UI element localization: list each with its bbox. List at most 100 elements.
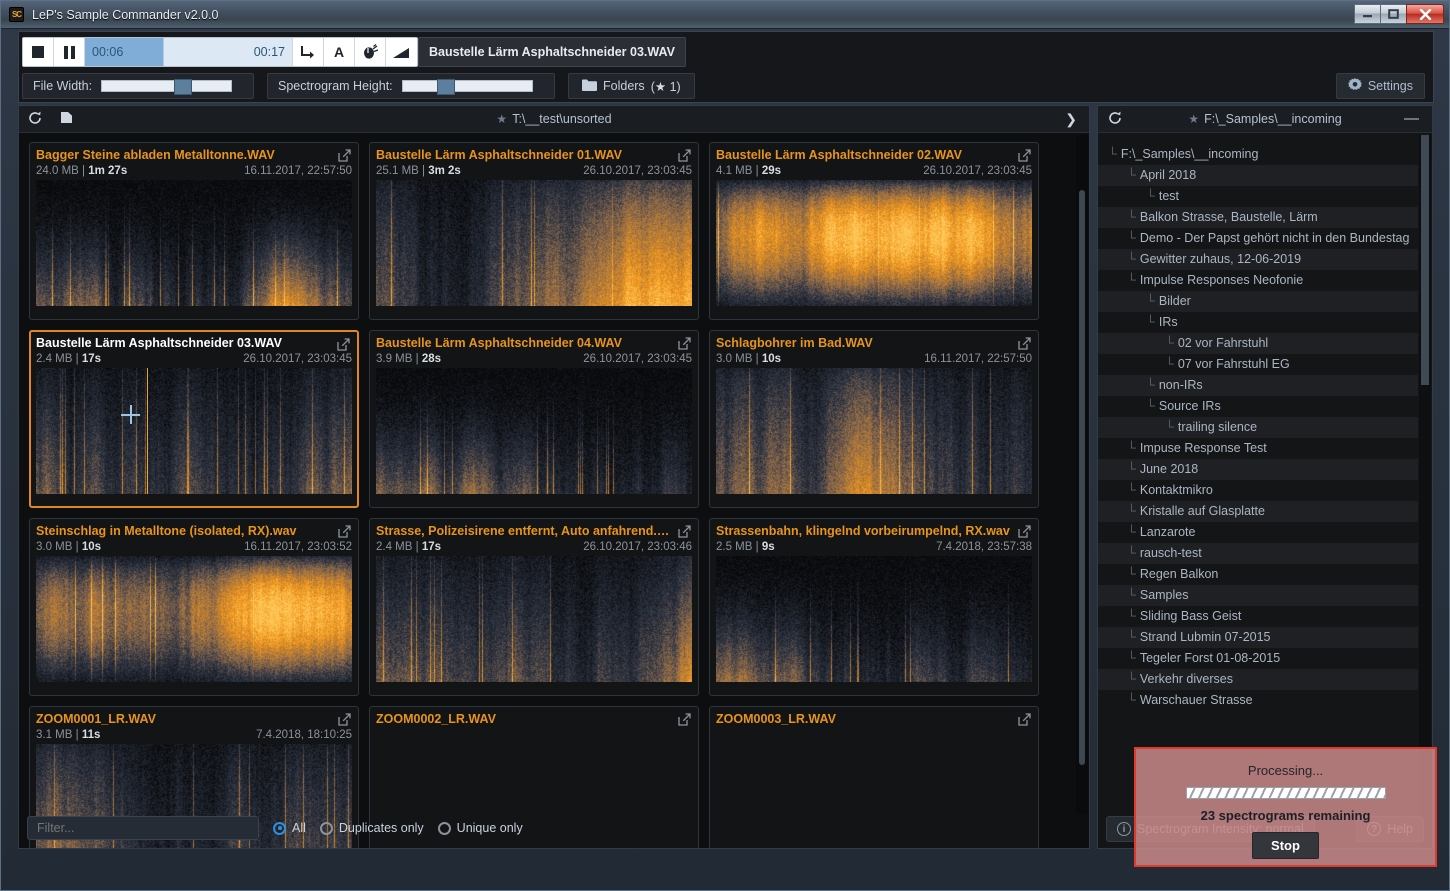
spectrogram[interactable] — [376, 556, 692, 682]
open-external-icon[interactable] — [678, 337, 691, 353]
radio-unique-only[interactable]: Unique only — [438, 821, 523, 835]
folder-tree-label: Verkehr diverses — [1140, 672, 1233, 686]
spectrogram[interactable] — [716, 556, 1032, 682]
folder-tree-item[interactable]: └Bilder — [1098, 291, 1418, 312]
folder-tree-item[interactable]: └non-IRs — [1098, 375, 1418, 396]
folder-tree-item[interactable]: └rausch-test — [1098, 543, 1418, 564]
radio-duplicates-only[interactable]: Duplicates only — [320, 821, 424, 835]
autoplay-icon[interactable]: A — [324, 38, 355, 66]
mouse-play-icon[interactable] — [355, 38, 386, 66]
spectrogram[interactable] — [376, 368, 692, 494]
filter-input[interactable] — [27, 816, 259, 840]
chevron-right-icon[interactable]: ❯ — [1065, 111, 1077, 128]
file-width-slider[interactable] — [101, 80, 232, 92]
folder-tree-item[interactable]: └trailing silence — [1098, 417, 1418, 438]
folder-tree-label: Source IRs — [1159, 399, 1221, 413]
open-external-icon[interactable] — [338, 149, 351, 165]
spectrogram[interactable] — [376, 180, 692, 306]
tree-branch-icon: └ — [1127, 651, 1136, 665]
file-card[interactable]: Steinschlag in Metalltone (isolated, RX)… — [29, 518, 359, 696]
open-external-icon[interactable] — [337, 338, 350, 354]
folder-tree-item[interactable]: └Warschauer Strasse — [1098, 690, 1418, 711]
loop-icon[interactable] — [293, 38, 324, 66]
folder-tree-item[interactable]: └Impulse Responses Neofonie — [1098, 270, 1418, 291]
open-external-icon[interactable] — [338, 525, 351, 541]
stop-icon[interactable] — [23, 38, 54, 66]
seek-bar[interactable]: 00:06 00:17 — [85, 38, 293, 66]
open-external-icon[interactable] — [678, 713, 691, 729]
folder-tree-item[interactable]: └Gewitter zuhaus, 12-06-2019 — [1098, 249, 1418, 270]
folder-tree-item[interactable]: └Balkon Strasse, Baustelle, Lärm — [1098, 207, 1418, 228]
file-card-title: Baustelle Lärm Asphaltschneider 04.WAV — [376, 336, 692, 350]
open-external-icon[interactable] — [678, 525, 691, 541]
folder-tree-item[interactable]: └Samples — [1098, 585, 1418, 606]
close-button[interactable] — [1406, 4, 1444, 24]
top-toolbar: 00:06 00:17 A Baustell — [18, 31, 1434, 103]
maximize-button[interactable] — [1380, 4, 1407, 24]
file-grid-scrollbar[interactable] — [1076, 135, 1088, 814]
left-path-display: ★ T:\__test\unsorted — [19, 112, 1089, 126]
open-folder-icon[interactable] — [51, 111, 82, 127]
open-external-icon[interactable] — [338, 713, 351, 729]
stop-button[interactable]: Stop — [1252, 832, 1319, 859]
file-card[interactable]: Bagger Steine abladen Metalltonne.WAV24.… — [29, 142, 359, 320]
tree-branch-icon: └ — [1127, 672, 1136, 686]
folder-tree-item[interactable]: └Demo - Der Papst gehört nicht in den Bu… — [1098, 228, 1418, 249]
folders-button[interactable]: Folders (★ 1) — [568, 73, 695, 99]
spectrogram[interactable] — [716, 180, 1032, 306]
file-card-title: Strassenbahn, klingelnd vorbeirumpelnd, … — [716, 524, 1032, 538]
folder-tree-item[interactable]: └Lanzarote — [1098, 522, 1418, 543]
panel-minimize-icon[interactable]: — — [1404, 114, 1419, 124]
file-size-duration: 3.1 MB | 11s — [36, 729, 100, 741]
folder-tree-item[interactable]: └Strand Lubmin 07-2015 — [1098, 627, 1418, 648]
file-card[interactable]: Baustelle Lärm Asphaltschneider 01.WAV25… — [369, 142, 699, 320]
spectrogram-height-slider[interactable] — [402, 80, 533, 92]
folder-tree-item[interactable]: └Kontaktmikro — [1098, 480, 1418, 501]
tree-scrollbar-thumb[interactable] — [1421, 135, 1429, 385]
folder-tree-label: F:\_Samples\__incoming — [1121, 147, 1259, 161]
folder-tree-item[interactable]: └Kristalle auf Glasplatte — [1098, 501, 1418, 522]
folder-tree-item[interactable]: └ Verkehr diverses — [1098, 669, 1418, 690]
folder-tree-item[interactable]: └02 vor Fahrstuhl — [1098, 333, 1418, 354]
file-card[interactable]: Baustelle Lärm Asphaltschneider 04.WAV3.… — [369, 330, 699, 508]
file-card[interactable]: Strasse, Polizeisirene entfernt, Auto an… — [369, 518, 699, 696]
file-card[interactable]: Strassenbahn, klingelnd vorbeirumpelnd, … — [709, 518, 1039, 696]
folder-tree-label: Warschauer Strasse — [1140, 693, 1253, 707]
open-external-icon[interactable] — [1018, 337, 1031, 353]
folder-tree-item[interactable]: └Tegeler Forst 01-08-2015 — [1098, 648, 1418, 669]
radio-all[interactable]: All — [273, 821, 306, 835]
spectrogram[interactable] — [36, 368, 352, 494]
open-external-icon[interactable] — [1018, 525, 1031, 541]
settings-button[interactable]: Settings — [1336, 73, 1425, 99]
file-card[interactable]: Baustelle Lärm Asphaltschneider 03.WAV2.… — [29, 330, 359, 508]
open-external-icon[interactable] — [1018, 713, 1031, 729]
pause-icon[interactable] — [54, 38, 85, 66]
folder-tree-item[interactable]: └April 2018 — [1098, 165, 1418, 186]
spectrogram[interactable] — [716, 368, 1032, 494]
minimize-button[interactable] — [1354, 4, 1381, 24]
file-card-title: Strasse, Polizeisirene entfernt, Auto an… — [376, 524, 692, 538]
volume-icon[interactable] — [386, 38, 417, 66]
file-card[interactable]: Baustelle Lärm Asphaltschneider 02.WAV4.… — [709, 142, 1039, 320]
right-favorite-star-icon: ★ — [1188, 112, 1199, 126]
open-external-icon[interactable] — [1018, 149, 1031, 165]
spectrogram[interactable] — [36, 180, 352, 306]
open-external-icon[interactable] — [678, 149, 691, 165]
tree-branch-icon: └ — [1127, 609, 1136, 623]
spectrogram[interactable] — [36, 556, 352, 682]
file-card[interactable]: Schlagbohrer im Bad.WAV3.0 MB | 10s16.11… — [709, 330, 1039, 508]
refresh-icon[interactable] — [19, 111, 51, 128]
folder-tree-item[interactable]: └Source IRs — [1098, 396, 1418, 417]
right-refresh-icon[interactable] — [1098, 111, 1132, 128]
folder-tree-item[interactable]: └Impuse Response Test — [1098, 438, 1418, 459]
folder-tree-item[interactable]: └07 vor Fahrstuhl EG — [1098, 354, 1418, 375]
folder-tree-item[interactable]: └test — [1098, 186, 1418, 207]
folder-tree-item[interactable]: └Regen Balkon — [1098, 564, 1418, 585]
folder-tree-item[interactable]: └Sliding Bass Geist — [1098, 606, 1418, 627]
spectrogram-height-control: Spectrogram Height: — [267, 73, 555, 99]
folder-tree-scrollbar[interactable] — [1419, 135, 1431, 847]
scrollbar-thumb[interactable] — [1079, 190, 1085, 765]
folder-tree-item[interactable]: └June 2018 — [1098, 459, 1418, 480]
folder-tree-item[interactable]: └IRs — [1098, 312, 1418, 333]
folder-tree-item[interactable]: └F:\_Samples\__incoming — [1098, 144, 1418, 165]
